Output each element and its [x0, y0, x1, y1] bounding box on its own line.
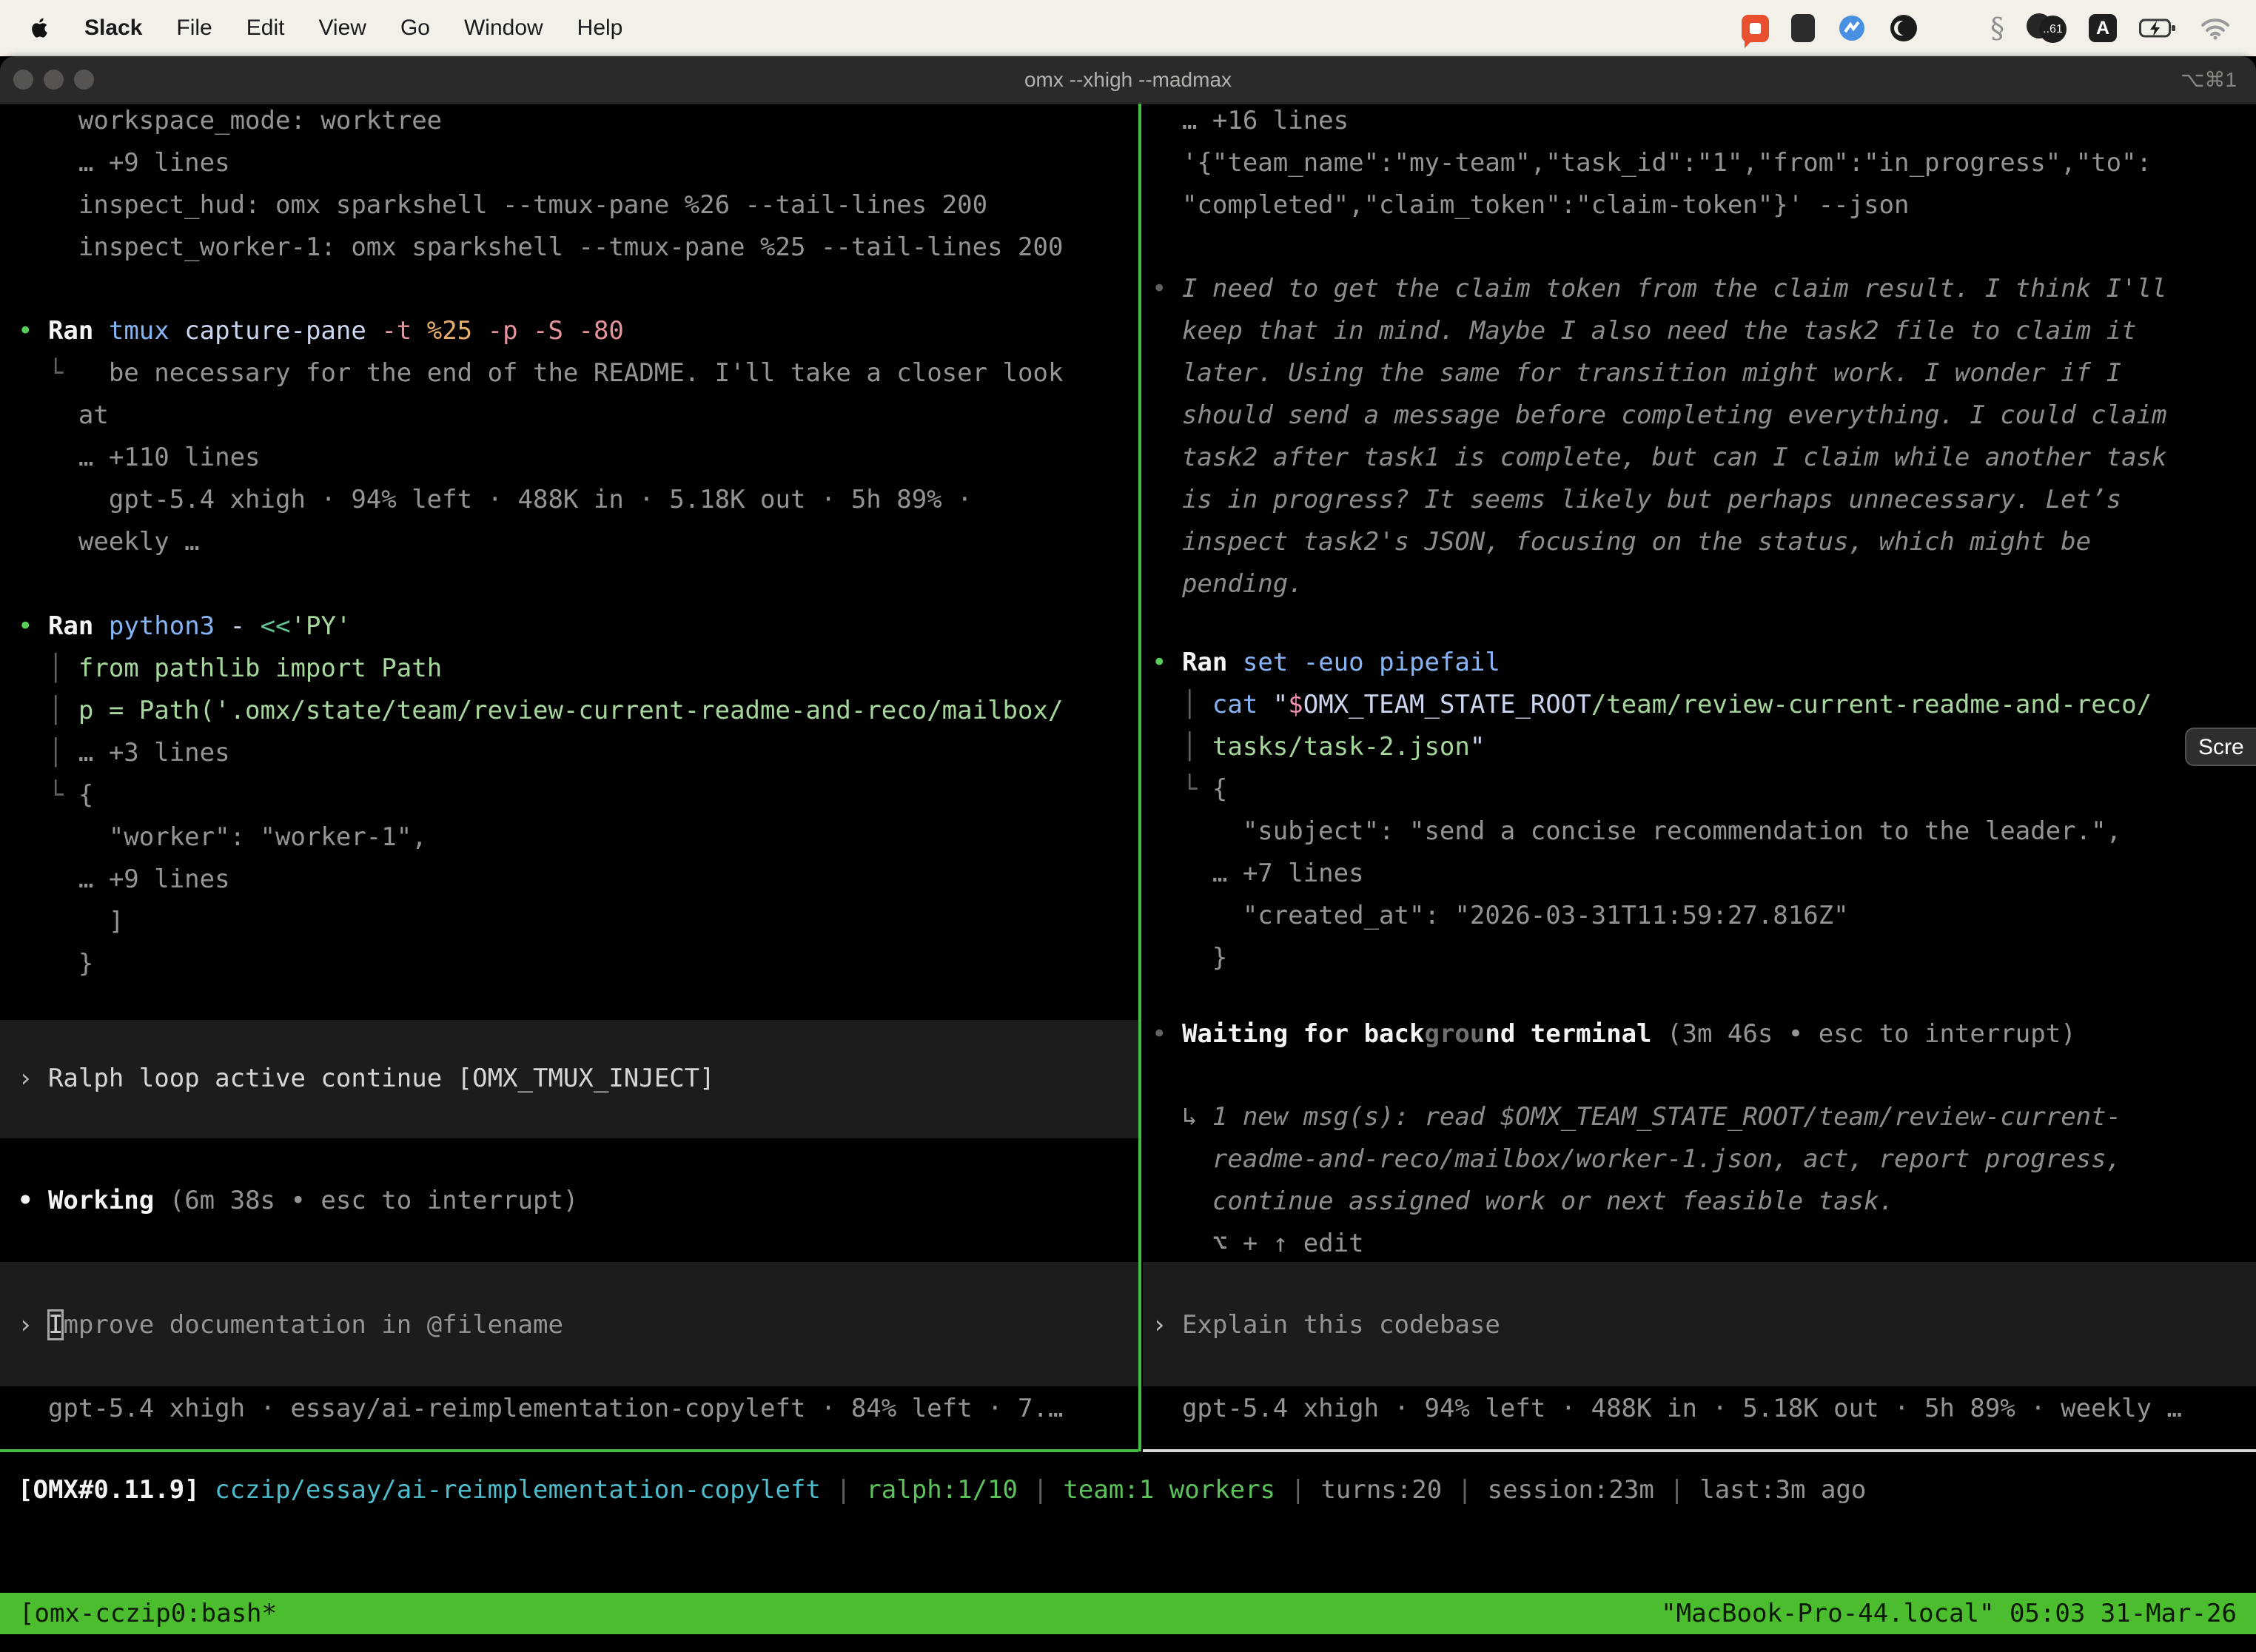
- tmux-status-bar: [omx-cczip0:bash* "MacBook-Pro-44.local"…: [0, 1593, 2256, 1634]
- terminal-line: │ tasks/task-2.json": [1143, 726, 2256, 768]
- terminal-line: gpt-5.4 xhigh · 94% left · 488K in · 5.1…: [1143, 1388, 2256, 1430]
- keypad-shield-icon[interactable]: [1791, 14, 1815, 42]
- terminal-line: │ cat "$OMX_TEAM_STATE_ROOT/team/review-…: [1143, 684, 2256, 726]
- terminal-line: • I need to get the claim token from the…: [1143, 268, 2256, 310]
- terminal-line: readme-and-reco/mailbox/worker-1.json, a…: [1143, 1138, 2256, 1181]
- window-title-bar[interactable]: omx --xhigh --madmax ⌥⌘1: [0, 56, 2256, 104]
- terminal-line: ⌥ + ↑ edit: [1143, 1223, 2256, 1265]
- terminal-line: • Working (6m 38s • esc to interrupt): [0, 1180, 1138, 1222]
- tmux-session-window-label[interactable]: [omx-cczip0:bash*: [19, 1599, 277, 1628]
- desktop: { "menu_bar": { "app_menu_items": ["Slac…: [0, 0, 2256, 1652]
- terminal-line: gpt-5.4 xhigh · essay/ai-reimplementatio…: [0, 1388, 1138, 1430]
- macos-menu-bar: Slack File Edit View Go Window Help § ..61 A: [0, 0, 2256, 56]
- screen-share-chip[interactable]: Scre: [2185, 728, 2256, 766]
- menu-item-help[interactable]: Help: [577, 16, 623, 41]
- terminal-line: › Ralph loop active continue [OMX_TMUX_I…: [0, 1058, 1138, 1100]
- terminal-line: '{"team_name":"my-team","task_id":"1","f…: [1143, 142, 2256, 184]
- terminal-line: pending.: [1143, 563, 2256, 605]
- terminal-line: }: [0, 943, 1138, 985]
- terminal-output-block: gpt-5.4 xhigh · essay/ai-reimplementatio…: [0, 1388, 1138, 1430]
- terminal-line: should send a message before completing …: [1143, 394, 2256, 437]
- wifi-icon[interactable]: [2200, 16, 2231, 40]
- terminal-line: ]: [0, 901, 1138, 943]
- terminal-line: "completed","claim_token":"claim-token"}…: [1143, 184, 2256, 226]
- terminal-line: keep that in mind. Maybe I also need the…: [1143, 310, 2256, 352]
- terminal-line: "subject": "send a concise recommendatio…: [1143, 810, 2256, 853]
- dots-grid-icon[interactable]: [1941, 15, 1968, 42]
- crescent-circle-icon[interactable]: [1889, 13, 1918, 43]
- terminal-line: … +16 lines: [1143, 104, 2256, 142]
- terminal-line: … +110 lines: [0, 437, 1138, 479]
- terminal-line: … +7 lines: [1143, 853, 2256, 895]
- terminal-line: ↳ 1 new msg(s): read $OMX_TEAM_STATE_ROO…: [1143, 1096, 2256, 1138]
- terminal-line: │ from pathlib import Path: [0, 648, 1138, 690]
- chat-bubble-icon[interactable]: [1742, 15, 1769, 42]
- tmux-host-clock-label: "MacBook-Pro-44.local" 05:03 31-Mar-26: [1661, 1599, 2237, 1628]
- terminal-line: … +9 lines: [0, 142, 1138, 184]
- terminal-line: └ {: [1143, 768, 2256, 810]
- terminal-line: "created_at": "2026-03-31T11:59:27.816Z": [1143, 895, 2256, 937]
- terminal-output-block: • Ran tmux capture-pane -t %25 -p -S -80…: [0, 310, 1138, 563]
- pane-border-bottom-right: [1143, 1449, 2256, 1452]
- terminal-line: └ {: [0, 774, 1138, 816]
- terminal-line: │ … +3 lines: [0, 732, 1138, 774]
- terminal-output-block: • Waiting for background terminal (3m 46…: [1143, 1013, 2256, 1055]
- pane-divider-vertical[interactable]: [1138, 104, 1141, 1451]
- terminal-output-block: • Ran set -euo pipefail │ cat "$OMX_TEAM…: [1143, 642, 2256, 979]
- ralph-loop-banner[interactable]: › Ralph loop active continue [OMX_TMUX_I…: [0, 1020, 1138, 1138]
- terminal-line: continue assigned work or next feasible …: [1143, 1181, 2256, 1223]
- terminal-line: later. Using the same for transition mig…: [1143, 352, 2256, 394]
- menu-item-view[interactable]: View: [318, 16, 366, 41]
- terminal-line: • Ran set -euo pipefail: [1143, 642, 2256, 684]
- terminal-line: └ be necessary for the end of the README…: [0, 352, 1138, 394]
- terminal-output-block: • Working (6m 38s • esc to interrupt): [0, 1180, 1138, 1222]
- terminal-line: is in progress? It seems likely but perh…: [1143, 479, 2256, 521]
- counter-badge-61-icon[interactable]: ..61: [2027, 13, 2067, 43]
- menu-item-window[interactable]: Window: [464, 16, 543, 41]
- terminal-line: "worker": "worker-1",: [0, 816, 1138, 859]
- terminal-line: inspect task2's JSON, focusing on the st…: [1143, 521, 2256, 563]
- input-source-a-icon[interactable]: A: [2089, 14, 2117, 42]
- menu-items: Slack File Edit View Go Window Help: [84, 16, 622, 41]
- prompt-input[interactable]: › Improve documentation in @filename: [0, 1262, 1138, 1386]
- terminal-line: }: [1143, 937, 2256, 979]
- battery-charging-icon[interactable]: [2139, 18, 2178, 38]
- terminal-line: › Explain this codebase: [1143, 1304, 2256, 1346]
- menu-item-edit[interactable]: Edit: [246, 16, 285, 41]
- terminal-line: • Waiting for background terminal (3m 46…: [1143, 1013, 2256, 1055]
- terminal-line: │ p = Path('.omx/state/team/review-curre…: [0, 690, 1138, 732]
- menu-item-go[interactable]: Go: [400, 16, 430, 41]
- terminal-line: gpt-5.4 xhigh · 94% left · 488K in · 5.1…: [0, 479, 1138, 521]
- prompt-input[interactable]: › Explain this codebase: [1143, 1262, 2256, 1386]
- terminal-output-block: … +16 lines '{"team_name":"my-team","tas…: [1143, 104, 2256, 226]
- terminal-line: workspace_mode: worktree: [0, 104, 1138, 142]
- terminal-line: task2 after task1 is complete, but can I…: [1143, 437, 2256, 479]
- terminal-line: • Ran tmux capture-pane -t %25 -p -S -80: [0, 310, 1138, 352]
- terminal-output-block: gpt-5.4 xhigh · 94% left · 488K in · 5.1…: [1143, 1388, 2256, 1430]
- menu-bar-status-icons: § ..61 A: [1742, 12, 2256, 44]
- terminal-output-block: ↳ 1 new msg(s): read $OMX_TEAM_STATE_ROO…: [1143, 1096, 2256, 1265]
- window-shortcut-badge: ⌥⌘1: [2181, 56, 2237, 104]
- window-title: omx --xhigh --madmax: [0, 56, 2256, 104]
- terminal-line: inspect_hud: omx sparkshell --tmux-pane …: [0, 184, 1138, 226]
- terminal-output-block: • I need to get the claim token from the…: [1143, 268, 2256, 605]
- menu-item-slack[interactable]: Slack: [84, 16, 142, 41]
- terminal-line: weekly …: [0, 521, 1138, 563]
- tmux-pane-right[interactable]: … +16 lines '{"team_name":"my-team","tas…: [1143, 104, 2256, 1449]
- squiggle-icon[interactable]: §: [1990, 12, 2004, 44]
- terminal-output-block: • Ran python3 - <<'PY' │ from pathlib im…: [0, 605, 1138, 985]
- terminal-line: • Ran python3 - <<'PY': [0, 605, 1138, 648]
- omx-status-line: [OMX#0.11.9] cczip/essay/ai-reimplementa…: [0, 1469, 2256, 1511]
- terminal-line: … +9 lines: [0, 859, 1138, 901]
- zigzag-badge-icon[interactable]: [1837, 13, 1867, 43]
- terminal-output-block: workspace_mode: worktree … +9 lines insp…: [0, 104, 1138, 269]
- terminal-line: inspect_worker-1: omx sparkshell --tmux-…: [0, 226, 1138, 269]
- terminal-line: › Improve documentation in @filename: [0, 1304, 1138, 1346]
- menu-item-file[interactable]: File: [176, 16, 212, 41]
- pane-border-bottom-left: [0, 1449, 1138, 1452]
- terminal-line: at: [0, 394, 1138, 437]
- tmux-pane-left[interactable]: workspace_mode: worktree … +9 lines insp…: [0, 104, 1138, 1449]
- apple-menu-icon[interactable]: [30, 16, 50, 41]
